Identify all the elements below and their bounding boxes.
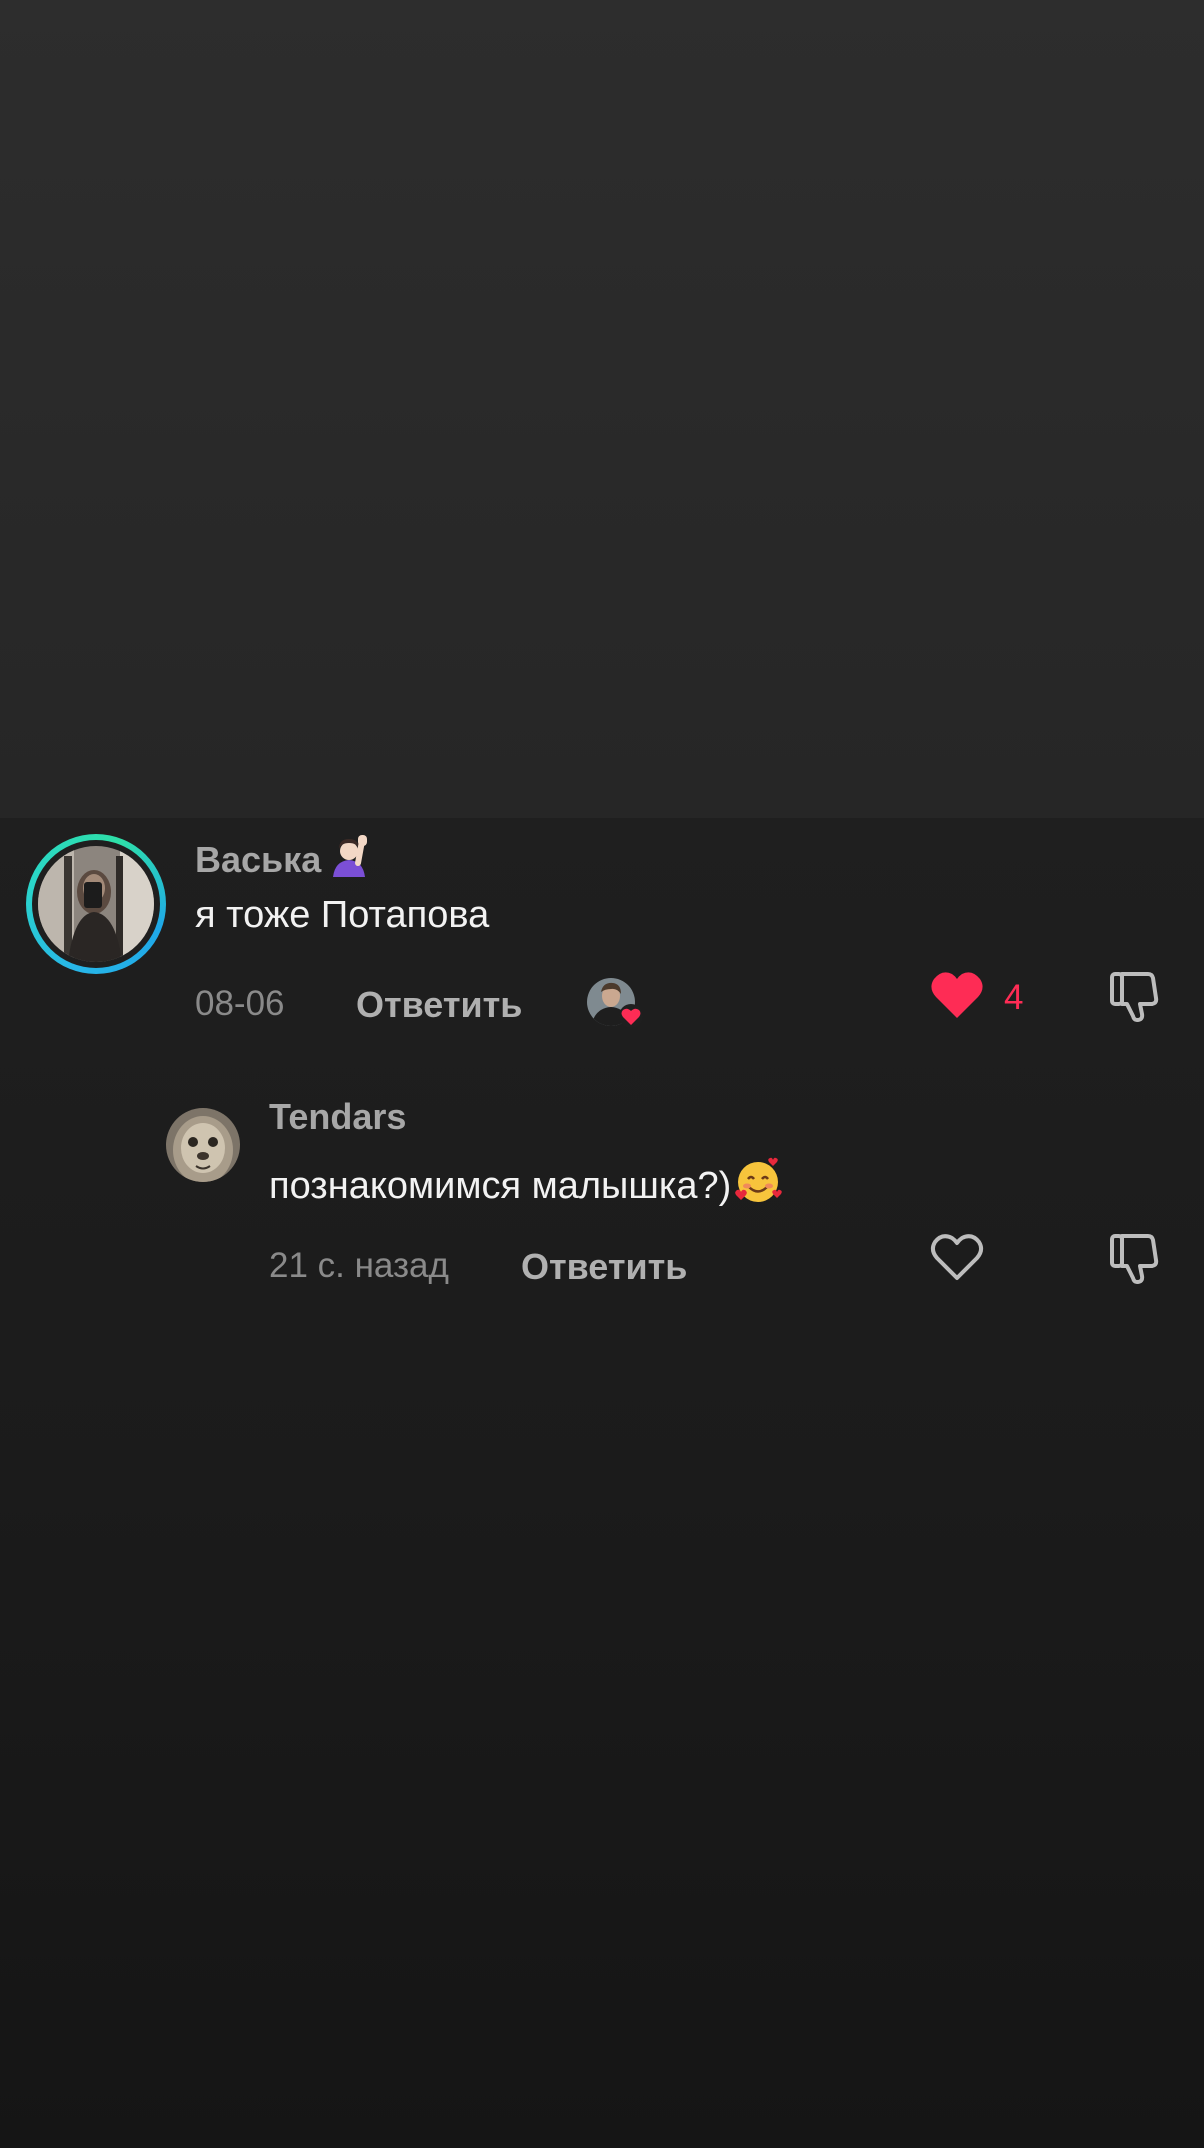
- smiling-face-with-hearts-emoji: [733, 1156, 783, 1216]
- dislike-button[interactable]: [1108, 968, 1164, 1029]
- avatar: [38, 846, 154, 962]
- thumbs-down-icon: [1108, 972, 1164, 1028]
- username-text: Васька: [195, 838, 322, 880]
- thumbs-down-icon: [1108, 1234, 1164, 1290]
- avatar[interactable]: [166, 1108, 240, 1182]
- heart-filled-icon: [930, 970, 984, 1025]
- raising-hand-emoji: [327, 833, 371, 886]
- avatar-story-ring[interactable]: [26, 834, 166, 974]
- video-area: [0, 0, 1204, 818]
- comment-time: 08-06: [195, 984, 285, 1023]
- comment-text: познакомимся малышка?): [269, 1156, 783, 1216]
- like-button[interactable]: 4: [930, 970, 1023, 1025]
- reply-button[interactable]: Ответить: [521, 1246, 687, 1288]
- like-button[interactable]: [930, 1232, 984, 1287]
- like-count: 4: [1004, 977, 1024, 1017]
- dislike-button[interactable]: [1108, 1230, 1164, 1291]
- creator-liked-badge: [587, 978, 643, 1032]
- comment-text-content: познакомимся малышка?): [269, 1164, 732, 1207]
- reply-button[interactable]: Ответить: [356, 984, 522, 1026]
- comment-text: я тоже Потапова: [195, 894, 490, 936]
- comment-username[interactable]: Tendars: [269, 1096, 406, 1138]
- comments-panel: Васька я тоже Потапова 08-06 Ответить 4 …: [0, 818, 1204, 2148]
- comment-time: 21 с. назад: [269, 1246, 449, 1285]
- heart-outline-icon: [930, 1232, 984, 1287]
- username-text: Tendars: [269, 1096, 407, 1137]
- comment-username[interactable]: Васька: [195, 833, 371, 886]
